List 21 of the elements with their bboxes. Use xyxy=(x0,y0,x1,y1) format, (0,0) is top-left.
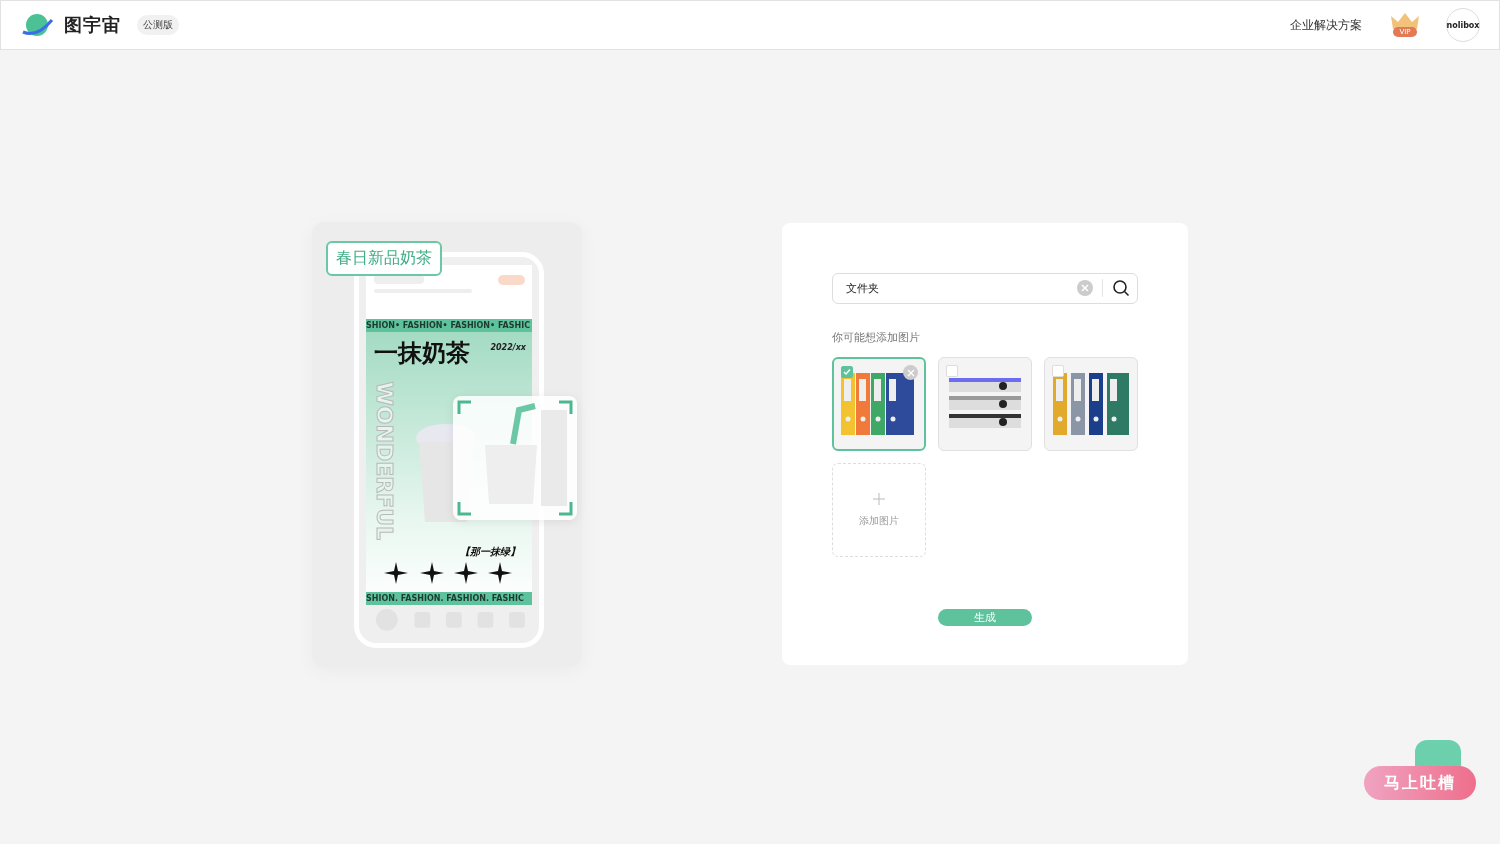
remove-icon[interactable] xyxy=(903,365,918,380)
checkbox[interactable] xyxy=(946,365,958,377)
enterprise-link[interactable]: 企业解决方案 xyxy=(1290,16,1362,34)
beta-badge: 公测版 xyxy=(137,15,179,35)
product-tag: 春日新品奶茶 xyxy=(326,240,442,276)
logo-text: 图宇宙 xyxy=(64,13,121,37)
poster-slogan: 【那一抹绿】 xyxy=(460,545,520,559)
checkbox[interactable] xyxy=(841,366,853,378)
ticker-text: SHION. FASHION. FASHION. FASHIC xyxy=(366,591,532,605)
ticker-text: SHION• FASHION• FASHION• FASHIC xyxy=(366,319,532,332)
plus-icon xyxy=(872,492,886,506)
suggestion-label: 你可能想添加图片 xyxy=(832,330,921,345)
poster-title: 一抹奶茶 xyxy=(374,338,470,369)
image-option[interactable] xyxy=(832,357,926,451)
search-icon xyxy=(1112,279,1130,297)
search-field[interactable]: 文件夹 xyxy=(832,273,1138,304)
planet-logo-icon xyxy=(20,12,54,38)
user-avatar[interactable]: nolibox xyxy=(1446,8,1480,42)
clear-icon xyxy=(1077,280,1093,296)
poster-date: 2022/xx xyxy=(490,343,526,352)
checkbox[interactable] xyxy=(1052,365,1064,377)
